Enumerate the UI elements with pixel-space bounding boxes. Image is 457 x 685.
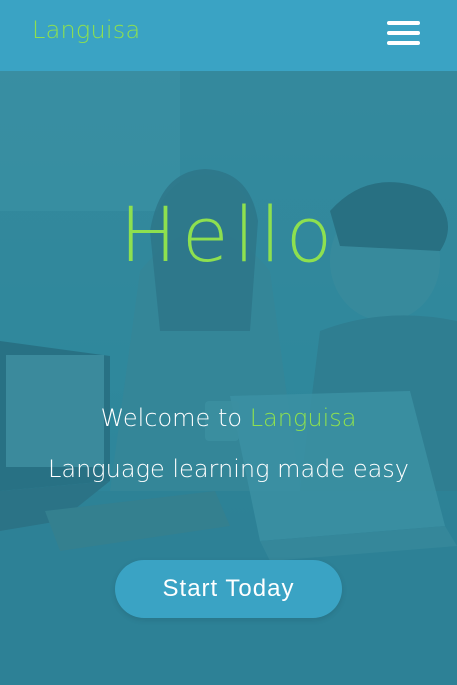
welcome-prefix: Welcome to [100,404,243,432]
hamburger-line [387,41,420,45]
hero-tagline: Language learning made easy [47,455,409,483]
brand-logo-text[interactable]: Languisa [32,16,140,44]
welcome-line: Welcome to Languisa [0,402,457,434]
start-today-button[interactable]: Start Today [115,560,342,618]
hamburger-line [387,21,420,25]
hamburger-menu-icon[interactable] [387,21,420,46]
hamburger-line [387,31,420,35]
welcome-brand: Languisa [249,404,357,432]
top-navbar: Languisa [0,0,457,71]
hero-title: Hello [119,190,338,279]
landing-page: Languisa Hello Welcome to Languisa Langu… [0,0,457,685]
